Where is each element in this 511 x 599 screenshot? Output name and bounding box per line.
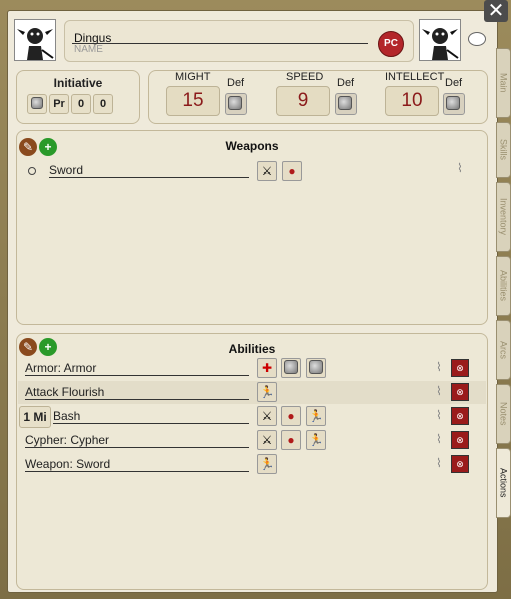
die-icon	[338, 96, 352, 110]
initiative-pr-field[interactable]: Pr	[49, 94, 69, 114]
portrait-right[interactable]	[419, 19, 461, 61]
weapon-name-sword[interactable]: Sword	[49, 163, 249, 178]
abilities-title: Abilities	[228, 342, 276, 356]
blood-drop-icon: ●	[288, 164, 296, 178]
speed-label: SPEED	[286, 71, 324, 83]
weapon-damage-button[interactable]: ●	[282, 161, 302, 181]
delete-ability-button[interactable]: ⊗	[451, 383, 469, 401]
weapons-title: Weapons	[225, 139, 279, 153]
blood-drop-icon: ●	[287, 433, 295, 447]
paperclip-icon[interactable]: ⌇	[436, 360, 442, 374]
initiative-title: Initiative	[53, 76, 103, 90]
stats-panel: MIGHT 15 Def SPEED 9 Def INTELLECT 10 De…	[148, 70, 488, 124]
delete-ability-button[interactable]: ⊗	[451, 455, 469, 473]
speech-bubble-icon[interactable]	[468, 32, 486, 46]
abilities-edit-button[interactable]: ✎	[19, 338, 37, 356]
weapon-attack-button[interactable]: ⚔	[257, 161, 277, 181]
running-figure-icon: 🏃	[308, 433, 324, 447]
die-icon	[228, 96, 242, 110]
might-value[interactable]: 15	[166, 86, 220, 116]
ability-name-armor[interactable]: Armor: Armor	[25, 361, 249, 376]
weapons-add-button[interactable]: +	[39, 138, 57, 156]
weapons-edit-button[interactable]: ✎	[19, 138, 37, 156]
action-button[interactable]: 🏃	[306, 430, 326, 450]
name-label: NAME	[74, 44, 103, 55]
damage-button[interactable]: ●	[281, 430, 301, 450]
armor-die-button-1[interactable]	[281, 358, 301, 378]
blood-drop-icon: ●	[287, 409, 295, 423]
close-button[interactable]: ✕	[484, 0, 508, 22]
might-def-label: Def	[227, 77, 245, 89]
name-field-container: Dingus NAME PC	[64, 20, 414, 62]
tab-skills[interactable]: Skills	[496, 122, 511, 178]
speed-def-label: Def	[337, 77, 355, 89]
intellect-value[interactable]: 10	[385, 86, 439, 116]
delete-ability-button[interactable]: ⊗	[451, 407, 469, 425]
ability-name-cypher[interactable]: Cypher: Cypher	[25, 433, 249, 448]
action-button[interactable]: 🏃	[306, 406, 326, 426]
running-figure-icon: 🏃	[259, 385, 275, 399]
running-figure-icon: 🏃	[308, 409, 324, 423]
intellect-label: INTELLECT	[385, 71, 445, 83]
die-icon	[446, 96, 460, 110]
initiative-value-a[interactable]: 0	[71, 94, 91, 114]
ability-name-weapon-sword[interactable]: Weapon: Sword	[25, 457, 249, 472]
paperclip-icon[interactable]: ⌇	[436, 432, 442, 446]
heal-button[interactable]: ✚	[257, 358, 277, 378]
die-icon	[31, 97, 43, 109]
intellect-def-label: Def	[445, 77, 463, 89]
attack-button[interactable]: ⚔	[257, 406, 277, 426]
die-icon	[284, 360, 298, 374]
tab-abilities[interactable]: Abilities	[496, 256, 511, 316]
might-label: MIGHT	[175, 71, 211, 83]
running-figure-icon: 🏃	[259, 457, 275, 471]
attack-button[interactable]: ⚔	[257, 430, 277, 450]
sword-icon: ⚔	[261, 164, 273, 178]
abilities-add-button[interactable]: +	[39, 338, 57, 356]
paperclip-icon[interactable]: ⌇	[436, 456, 442, 470]
paperclip-icon[interactable]: ⌇	[436, 408, 442, 422]
delete-ability-button[interactable]: ⊗	[451, 431, 469, 449]
ability-cost-field[interactable]: 1 Mi	[19, 406, 51, 428]
tab-inventory[interactable]: Inventory	[496, 182, 511, 252]
might-def-button[interactable]	[225, 93, 247, 115]
initiative-roll-button[interactable]	[27, 94, 47, 114]
pc-type-button[interactable]: PC	[378, 31, 404, 57]
action-button[interactable]: 🏃	[257, 454, 277, 474]
paperclip-icon[interactable]: ⌇	[457, 161, 463, 175]
initiative-panel: Initiative Pr 0 0	[16, 70, 140, 124]
paperclip-icon[interactable]: ⌇	[436, 384, 442, 398]
tab-main[interactable]: Main	[496, 48, 511, 118]
intellect-def-button[interactable]	[443, 93, 465, 115]
delete-ability-button[interactable]: ⊗	[451, 359, 469, 377]
plus-icon: ✚	[261, 361, 273, 375]
tab-actions[interactable]: Actions	[496, 448, 511, 518]
weapon-bullet	[28, 167, 36, 175]
sword-icon: ⚔	[261, 409, 273, 423]
tab-notes[interactable]: Notes	[496, 384, 511, 444]
action-button[interactable]: 🏃	[257, 382, 277, 402]
weapons-panel: Weapons ✎ + Sword ⚔ ● ⌇	[16, 130, 488, 325]
damage-button[interactable]: ●	[281, 406, 301, 426]
speed-def-button[interactable]	[335, 93, 357, 115]
die-icon	[309, 360, 323, 374]
goblin-token-icon	[420, 20, 460, 60]
tab-arcs[interactable]: Arcs	[496, 320, 511, 380]
ability-name-attack-flourish[interactable]: Attack Flourish	[25, 385, 249, 400]
sword-icon: ⚔	[261, 433, 273, 447]
speed-value[interactable]: 9	[276, 86, 330, 116]
name-underline	[72, 43, 368, 44]
goblin-portrait-icon	[15, 20, 55, 60]
portrait-left[interactable]	[14, 19, 56, 61]
armor-die-button-2[interactable]	[306, 358, 326, 378]
initiative-value-b[interactable]: 0	[93, 94, 113, 114]
ability-name-bash[interactable]: Bash	[53, 409, 249, 424]
